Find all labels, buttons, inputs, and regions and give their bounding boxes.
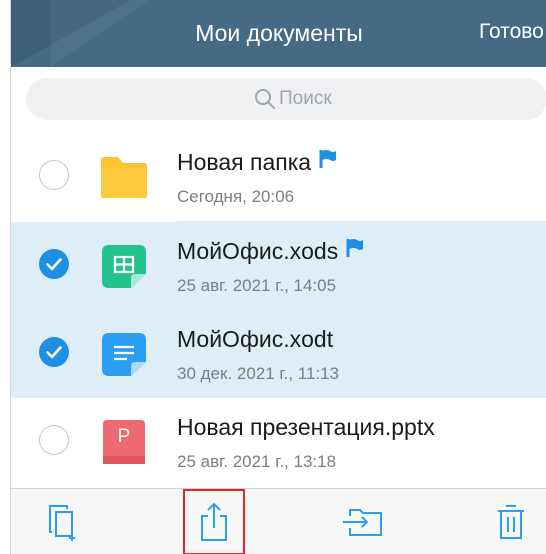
presentation-file-icon: P: [99, 418, 149, 466]
file-name: МойОфис.xodt: [177, 326, 334, 352]
file-name: МойОфис.xods: [177, 238, 339, 264]
presentation-icon-letter: P: [117, 426, 131, 447]
selection-checkbox-checked[interactable]: [39, 249, 69, 279]
list-item[interactable]: МойОфис.xods 25 авг. 2021 г., 14:05: [11, 222, 546, 310]
copy-icon: [49, 505, 75, 541]
file-date: 25 авг. 2021 г., 13:18: [177, 452, 337, 471]
list-item[interactable]: P Новая презентация.pptx 25 авг. 2021 г.…: [11, 398, 546, 486]
list-item[interactable]: Новая папка Сегодня, 20:06: [11, 133, 546, 221]
trash-icon: [498, 505, 524, 539]
flag-icon: [319, 148, 337, 175]
text-document-file-icon: [99, 330, 149, 378]
spreadsheet-file-icon: [99, 242, 149, 290]
bottom-toolbar: [11, 488, 546, 554]
checkmark-icon: [46, 258, 62, 271]
app-frame: Мои документы Готово Поиск Новая папка С…: [10, 0, 546, 554]
delete-button[interactable]: [487, 489, 535, 554]
list-item[interactable]: МойОфис.xodt 30 дек. 2021 г., 11:13: [11, 310, 546, 398]
done-button[interactable]: Готово: [479, 20, 544, 44]
move-to-folder-button[interactable]: [333, 489, 393, 554]
selection-checkbox[interactable]: [39, 425, 69, 455]
checkmark-icon: [46, 346, 62, 359]
share-icon: [201, 502, 227, 541]
selection-checkbox[interactable]: [39, 160, 69, 190]
file-name: Новая презентация.pptx: [177, 414, 435, 440]
file-date: 30 дек. 2021 г., 11:13: [177, 364, 340, 383]
selection-checkbox-checked[interactable]: [39, 337, 69, 367]
search-placeholder: Поиск: [279, 88, 332, 109]
folder-icon: [99, 153, 149, 201]
share-button[interactable]: [183, 489, 245, 554]
file-name: Новая папка: [177, 149, 312, 175]
file-date: 25 авг. 2021 г., 14:05: [177, 276, 337, 295]
copy-button[interactable]: [35, 489, 91, 554]
file-date: Сегодня, 20:06: [177, 187, 295, 206]
search-icon: [253, 87, 277, 116]
page-title: Мои документы: [195, 20, 363, 46]
search-field[interactable]: Поиск: [26, 78, 546, 120]
flag-icon: [346, 237, 364, 264]
nav-bar: Мои документы Готово: [11, 0, 546, 67]
move-to-folder-icon: [343, 509, 382, 536]
